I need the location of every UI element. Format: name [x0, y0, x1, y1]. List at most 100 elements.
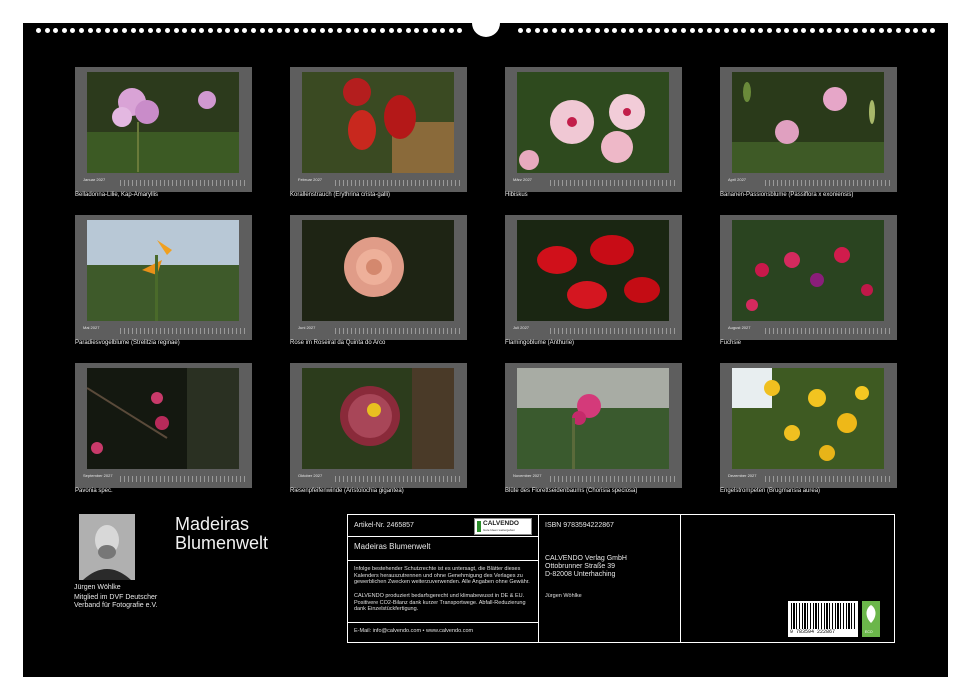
binding-hole — [741, 28, 747, 33]
binding-hole — [165, 28, 170, 33]
binding-hole — [577, 28, 583, 33]
day-grid — [765, 328, 890, 334]
binding-hole — [595, 28, 600, 33]
binding-hole — [371, 28, 377, 33]
author-bio: Mitglied im DVF Deutscher Verband für Fo… — [74, 594, 158, 609]
binding-hole — [302, 28, 308, 33]
day-grid — [335, 476, 460, 482]
calendar-title: Madeiras Blumenwelt — [175, 514, 269, 553]
eco-leaf-badge: ECO — [862, 601, 880, 637]
binding-hole — [887, 28, 893, 33]
binding-hole — [586, 28, 592, 33]
month-label: Februar 2027 — [298, 177, 323, 182]
binding-hole — [104, 28, 110, 33]
binding-hole — [61, 28, 67, 33]
month-tile-october: Oktober 2027 — [290, 363, 467, 488]
binding-hole — [724, 28, 729, 33]
photo-rose — [302, 220, 454, 321]
binding-hole — [844, 28, 850, 33]
photo-anthurium — [517, 220, 669, 321]
binding-hole — [663, 28, 669, 33]
binding-hole — [792, 28, 798, 33]
eco-note: CALVENDO produziert bedarfsgerecht und k… — [354, 593, 526, 612]
publisher-name: CALVENDO Verlag GmbH — [545, 555, 627, 562]
barcode-number: 9 783594 222867 — [790, 629, 836, 635]
leaf-icon — [866, 605, 876, 623]
binding-hole — [44, 28, 50, 33]
month-label: April 2027 — [728, 177, 747, 182]
binding-hole — [216, 28, 222, 33]
binding-hole — [749, 28, 755, 33]
binding-hole — [268, 28, 274, 33]
binding-hole — [36, 28, 41, 33]
binding-hole — [362, 28, 368, 33]
binding-hole — [130, 28, 136, 33]
binding-hole — [732, 28, 738, 33]
binding-hole — [225, 28, 231, 33]
caption-may: Paradiesvogelblume (Strelitzia reginae) — [75, 340, 180, 346]
binding-hole — [294, 28, 299, 33]
binding-hole — [414, 28, 420, 33]
divider — [538, 515, 539, 642]
binding-hole — [913, 28, 919, 33]
binding-hole — [818, 28, 824, 33]
binding-hole — [251, 28, 256, 33]
month-tile-august: August 2027 — [720, 215, 897, 340]
binding-hole — [638, 28, 643, 33]
month-tile-july: Juli 2027 — [505, 215, 682, 340]
binding-hole — [319, 28, 325, 33]
calendar-back-sheet: Januar 2027 Februar 2027 März 2027 April… — [23, 15, 948, 677]
binding-hole — [96, 28, 102, 33]
month-label: Juli 2027 — [513, 325, 530, 330]
month-tile-february: Februar 2027 — [290, 67, 467, 192]
binding-hole — [853, 28, 858, 33]
month-tile-march: März 2027 — [505, 67, 682, 192]
month-tile-may: Mai 2027 — [75, 215, 252, 340]
divider — [680, 515, 681, 642]
binding-hole — [620, 28, 626, 33]
binding-hole — [199, 28, 205, 33]
binding-hole — [681, 28, 686, 33]
binding-hole — [440, 28, 446, 33]
caption-march: Hibiskus — [505, 192, 528, 198]
binding-hole — [878, 28, 884, 33]
article-number: Artikel-Nr. 2465857 — [354, 522, 414, 529]
caption-september: Pavonia spec. — [75, 488, 113, 494]
month-tile-june: Juni 2027 — [290, 215, 467, 340]
month-label: Juni 2027 — [298, 325, 316, 330]
divider — [348, 536, 538, 537]
binding-hole — [715, 28, 721, 33]
binding-hole — [646, 28, 652, 33]
day-grid — [550, 328, 675, 334]
month-tile-september: September 2027 — [75, 363, 252, 488]
binding-hole — [388, 28, 394, 33]
photo-bird-of-paradise — [87, 220, 239, 321]
caption-november: Blüte des Florettseidenbaums (Chorisia s… — [505, 488, 638, 494]
hanger-notch — [472, 15, 500, 37]
caption-october: Riesenpfeifenwinde (Aristolochia gigante… — [290, 488, 404, 494]
binding-hole — [423, 28, 428, 33]
brand-name: CALVENDO — [483, 520, 519, 527]
binding-hole — [208, 28, 213, 33]
day-grid — [765, 476, 890, 482]
binding-hole — [139, 28, 145, 33]
binding-hole — [930, 28, 936, 33]
caption-december: Engelstrompeten (Brugmansia aurea) — [720, 488, 821, 494]
day-grid — [765, 180, 890, 186]
binding-hole — [182, 28, 188, 33]
binding-hole — [380, 28, 385, 33]
eco-label: ECO — [865, 630, 873, 634]
binding-hole — [276, 28, 282, 33]
binding-hole — [612, 28, 618, 33]
publisher-street: Ottobrunner Straße 39 — [545, 563, 616, 570]
caption-august: Fuchsie — [720, 340, 742, 346]
calvendo-logo: CALVENDO Gute Ideen weitergeben — [474, 518, 532, 535]
binding-hole — [156, 28, 162, 33]
month-label: Mai 2027 — [83, 325, 100, 330]
photo-angels-trumpets — [732, 368, 884, 469]
day-grid — [120, 476, 245, 482]
day-grid — [335, 180, 460, 186]
contact-info: E-Mail: info@calvendo.com • www.calvendo… — [354, 628, 474, 634]
binding-hole — [328, 28, 334, 33]
photo-silk-floss-tree — [517, 368, 669, 469]
